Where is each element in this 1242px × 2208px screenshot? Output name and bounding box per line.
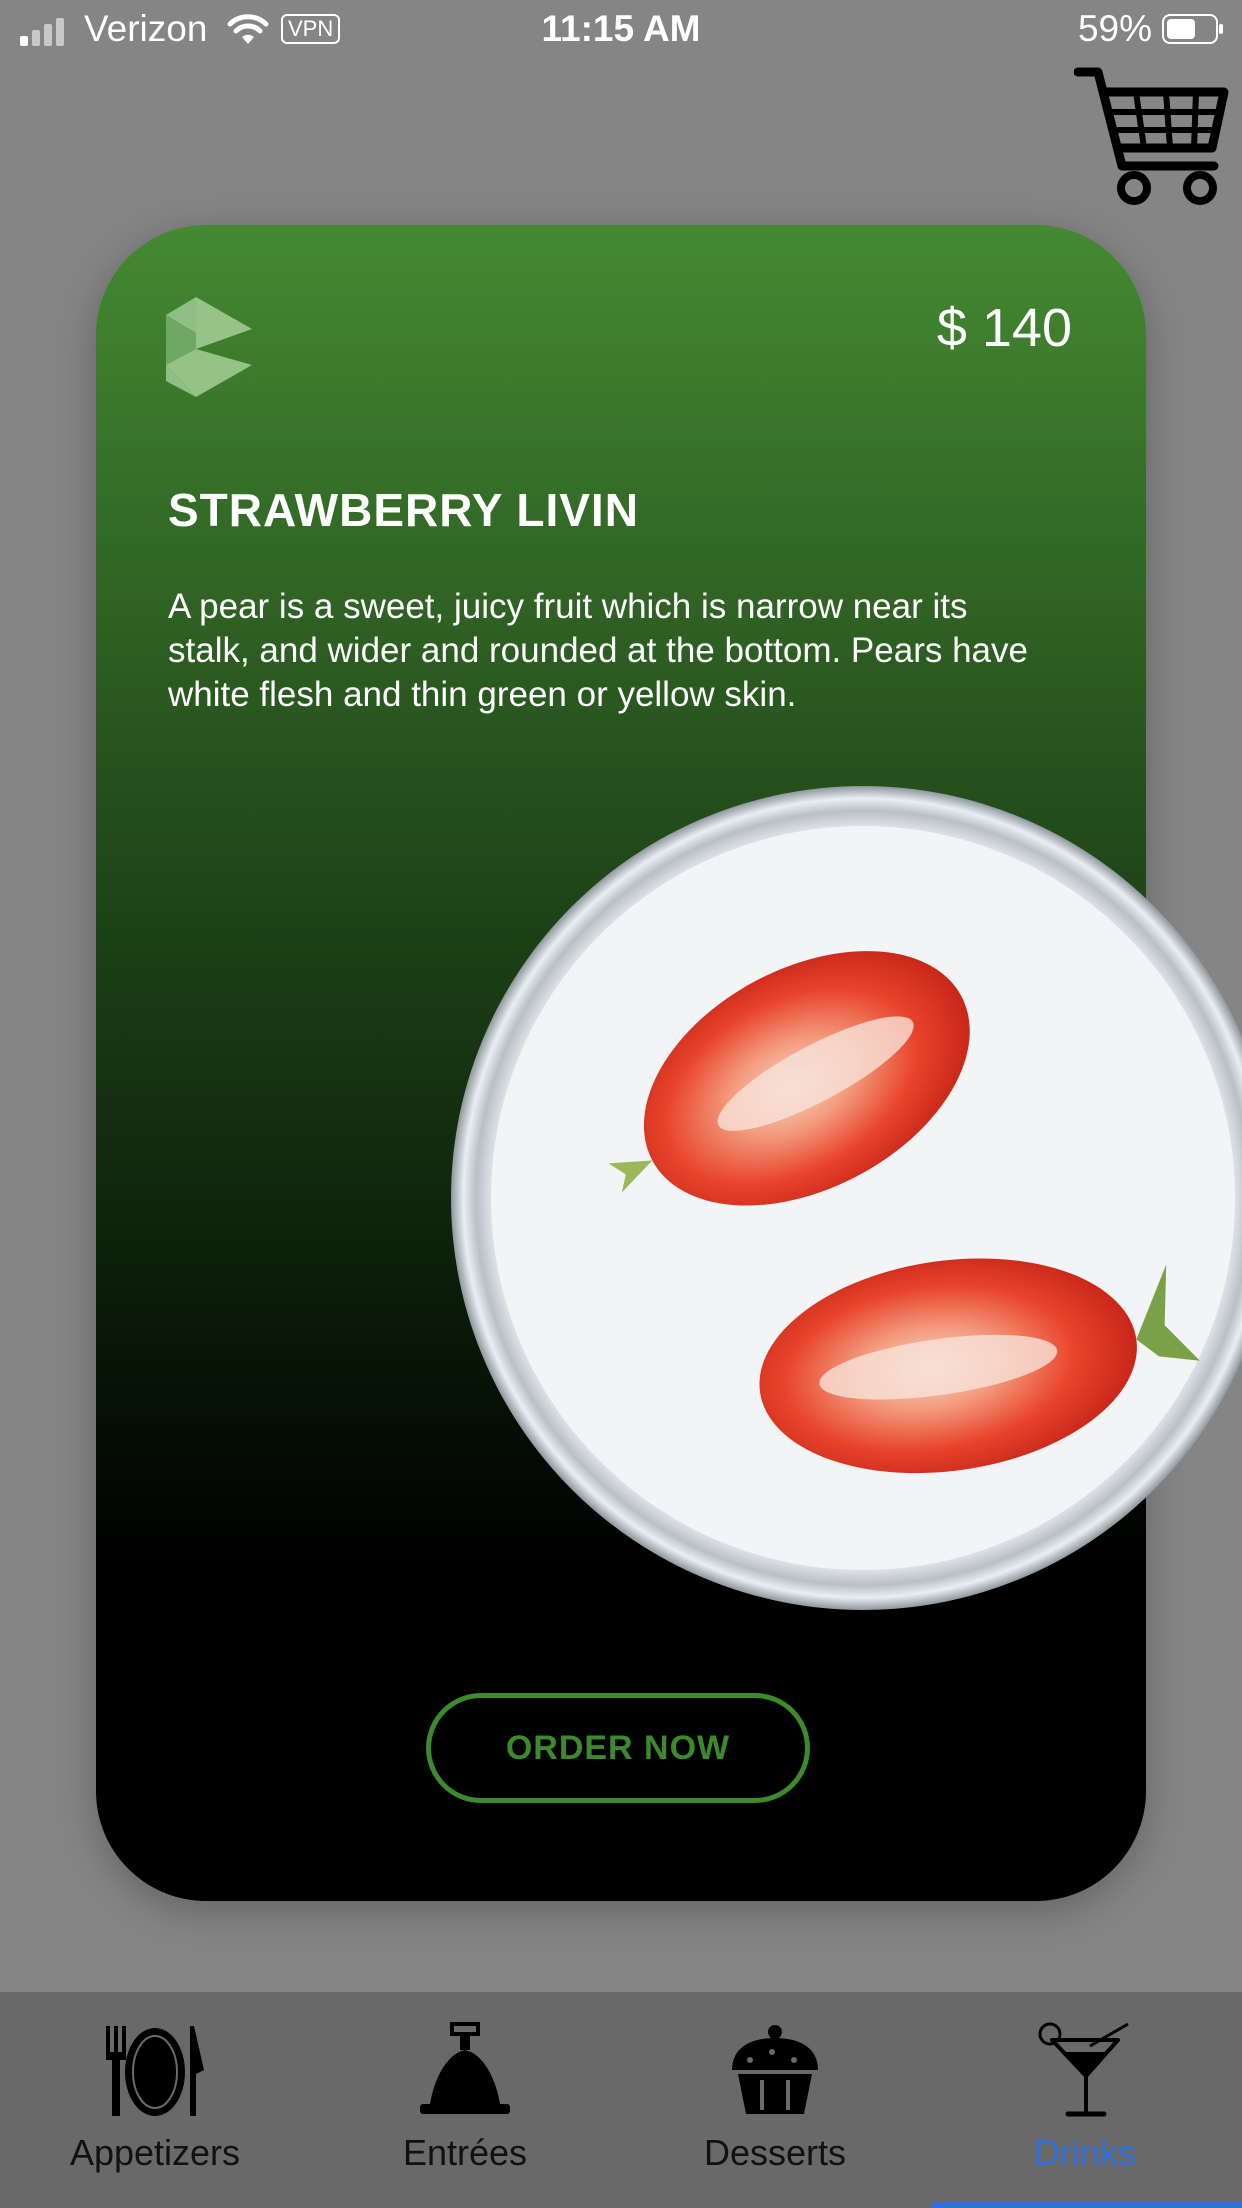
brand-logo-icon <box>166 297 252 397</box>
product-card: $ 140 STRAWBERRY LIVIN A pear is a sweet… <box>96 225 1242 1901</box>
product-image <box>451 786 1242 1610</box>
tab-desserts[interactable]: Desserts <box>620 1992 930 2208</box>
tab-bar: Appetizers Entrées Desserts Drinks <box>0 1992 1242 2208</box>
tab-entrees[interactable]: Entrées <box>310 1992 620 2208</box>
tab-label: Appetizers <box>69 2132 241 2173</box>
cocktail-icon <box>1038 2022 1129 2117</box>
clock: 11:15 AM <box>541 8 701 49</box>
tab-label: Desserts <box>703 2132 847 2173</box>
product-title: STRAWBERRY LIVIN <box>168 484 639 536</box>
battery-icon <box>1162 14 1223 44</box>
tab-appetizers[interactable]: Appetizers <box>0 1992 310 2208</box>
plate-fork-knife-icon <box>106 2026 204 2116</box>
battery-percentage: 59% <box>1077 8 1152 49</box>
shopping-cart-icon[interactable] <box>1074 62 1230 212</box>
tab-drinks[interactable]: Drinks <box>930 1992 1240 2208</box>
cloche-icon <box>420 2022 510 2114</box>
tab-label: Entrées <box>402 2132 528 2173</box>
active-tab-indicator <box>932 2202 1242 2208</box>
status-bar: Verizon VPN 11:15 AM 59% <box>0 0 1242 62</box>
tab-label: Drinks <box>1033 2132 1136 2173</box>
order-now-button[interactable]: ORDER NOW <box>426 1693 810 1803</box>
cupcake-icon <box>732 2025 818 2114</box>
product-description: A pear is a sweet, juicy fruit which is … <box>168 587 1028 714</box>
product-price: $ 140 <box>936 298 1072 358</box>
